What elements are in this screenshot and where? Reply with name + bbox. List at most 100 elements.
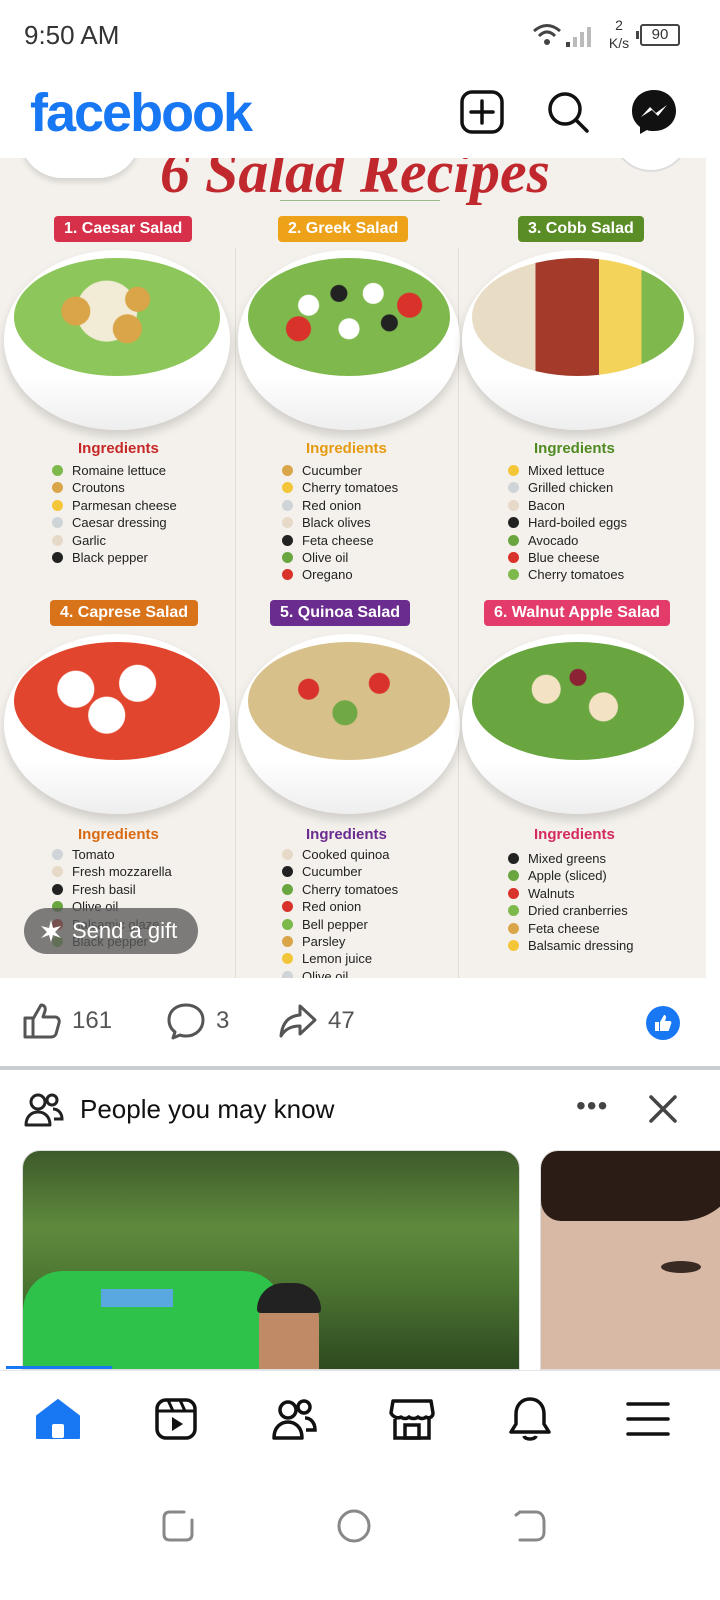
ingredient-label: Fresh basil: [72, 881, 136, 897]
person-eye: [661, 1261, 701, 1273]
ingredient-icon: [508, 940, 519, 952]
ingredient-icon: [282, 569, 293, 581]
ingredient-label: Grilled chicken: [528, 480, 614, 496]
ingredient-item: Cucumber: [282, 863, 398, 880]
ingredient-icon: [52, 883, 63, 895]
ingredient-icon: [52, 866, 63, 878]
ingredient-item: Cooked quinoa: [282, 846, 398, 863]
ingredient-item: Caesar dressing: [52, 514, 177, 531]
close-icon[interactable]: [646, 1092, 680, 1126]
ingredient-icon: [282, 918, 293, 930]
video-icon: [155, 1398, 197, 1440]
ingredient-icon: [508, 534, 519, 546]
ingredients-heading: Ingredients: [78, 826, 159, 843]
ingredient-icon: [508, 552, 519, 564]
ingredient-item: Olive oil: [282, 968, 398, 978]
ingredients-list: Cucumber Cherry tomatoes Red onion Black ol…: [282, 462, 398, 584]
ingredient-icon: [508, 887, 519, 899]
messenger-button[interactable]: [628, 86, 680, 138]
recents-icon[interactable]: [158, 1506, 198, 1546]
ingredient-item: Red onion: [282, 497, 398, 514]
ingredient-item: Grilled chicken: [508, 479, 627, 496]
ingredient-item: Fresh basil: [52, 881, 172, 898]
ingredient-label: Oregano: [302, 567, 353, 583]
ingredient-item: Parmesan cheese: [52, 497, 177, 514]
marketplace-icon: [389, 1399, 435, 1440]
salad-bowl: [462, 634, 694, 814]
ingredient-label: Tomato: [72, 847, 115, 862]
ingredient-icon: [282, 482, 293, 494]
ingredient-label: Cherry tomatoes: [528, 567, 625, 583]
person-cap: [257, 1283, 321, 1313]
ingredient-item: Mixed greens: [508, 850, 634, 867]
salad-bowl: [4, 250, 230, 430]
salad-bowl: [238, 250, 460, 430]
send-gift-button[interactable]: Send a gift: [24, 908, 198, 954]
ingredient-label: Cucumber: [302, 864, 362, 880]
home-circle-icon[interactable]: [334, 1506, 374, 1546]
nav-video[interactable]: [152, 1395, 200, 1443]
ingredient-icon: [52, 482, 63, 494]
ingredient-item: Blue cheese: [508, 549, 627, 566]
ingredient-item: Bacon: [508, 497, 627, 514]
create-post-button[interactable]: [456, 86, 508, 138]
ingredient-item: Cucumber: [282, 462, 398, 479]
like-reaction-badge[interactable]: [646, 1006, 680, 1040]
ingredient-icon: [52, 534, 63, 546]
ingredients-heading: Ingredients: [534, 826, 615, 843]
ingredient-icon: [282, 883, 293, 895]
salad-bowl: [238, 634, 460, 814]
ingredient-item: Croutons: [52, 479, 177, 496]
post-image[interactable]: 6 Salad Recipes 1. Caesar Salad Ingredie…: [0, 158, 706, 978]
back-icon[interactable]: [510, 1506, 550, 1546]
ingredient-icon: [282, 552, 293, 564]
ingredients-list: Cooked quinoa Cucumber Cherry tomatoes Red …: [282, 846, 398, 978]
ingredients-list: Romaine lettuce Croutons Parmesan cheese Ca…: [52, 462, 177, 566]
nav-menu[interactable]: [624, 1395, 672, 1443]
thumbs-up-icon: [23, 1003, 61, 1039]
ingredient-item: Feta cheese: [508, 920, 634, 937]
facebook-logo[interactable]: facebook: [30, 82, 253, 144]
screen: 9:50 AM 2 K/s 90 facebook 6 Salad Recipe…: [0, 0, 720, 1600]
app-header: facebook: [0, 72, 720, 158]
search-button[interactable]: [542, 86, 594, 138]
ingredient-icon: [282, 936, 293, 948]
ingredient-label: Garlic: [72, 532, 106, 548]
ingredient-label: Walnuts: [528, 885, 575, 901]
ingredient-item: Avocado: [508, 532, 627, 549]
decorative-plate: [612, 158, 690, 172]
ingredient-icon: [52, 552, 63, 564]
nav-marketplace[interactable]: [388, 1395, 436, 1443]
ingredient-icon: [282, 901, 293, 913]
ingredient-label: Cooked quinoa: [302, 847, 390, 862]
network-speed-unit: K/s: [608, 35, 630, 51]
ingredient-item: Cherry tomatoes: [282, 479, 398, 496]
comment-button[interactable]: 3: [166, 1002, 229, 1040]
share-count: 47: [328, 1007, 355, 1034]
person-card[interactable]: [540, 1150, 720, 1370]
messenger-icon: [632, 90, 676, 134]
signal-icon: [566, 27, 591, 47]
nav-friends[interactable]: [270, 1395, 318, 1443]
status-bar: 9:50 AM 2 K/s 90: [0, 0, 720, 72]
share-icon: [279, 1004, 317, 1038]
ingredients-heading: Ingredients: [306, 826, 387, 843]
like-button[interactable]: 161: [22, 1002, 112, 1040]
people-icon: [24, 1093, 64, 1127]
ingredient-icon: [282, 517, 293, 529]
ingredient-item: Oregano: [282, 566, 398, 583]
scroll-indicator: [6, 1366, 112, 1369]
ingredient-icon: [282, 953, 293, 965]
column-separator: [458, 248, 459, 978]
ingredient-label: Caesar dressing: [72, 515, 167, 531]
person-card[interactable]: [22, 1150, 520, 1370]
ingredient-icon: [52, 499, 63, 511]
nav-home[interactable]: [34, 1395, 82, 1443]
ingredients-heading: Ingredients: [306, 440, 387, 457]
menu-icon: [626, 1402, 670, 1436]
nav-notifications[interactable]: [506, 1395, 554, 1443]
share-button[interactable]: 47: [278, 1002, 355, 1040]
ingredient-label: Mixed lettuce: [528, 463, 605, 478]
car-sticker: [101, 1289, 173, 1307]
more-options-button[interactable]: •••: [576, 1090, 608, 1122]
